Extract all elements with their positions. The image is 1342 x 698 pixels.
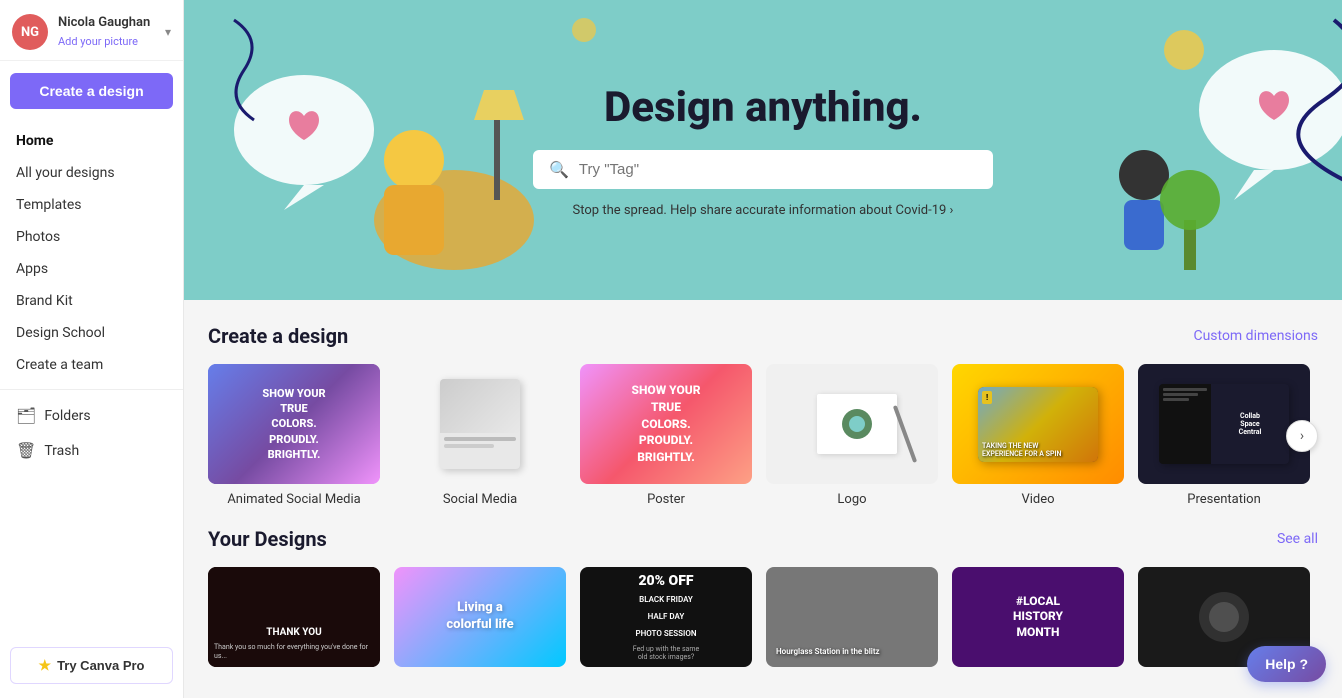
design-item-4[interactable]: Hourglass Station in the blitz <box>766 567 938 667</box>
sidebar: NG Nicola Gaughan Add your picture ▾ Cre… <box>0 0 184 698</box>
sidebar-item-all-designs[interactable]: All your designs <box>0 157 183 189</box>
your-designs-title: Your Designs <box>208 527 327 551</box>
create-team-label: Create a team <box>16 357 103 373</box>
see-all-link[interactable]: See all <box>1277 531 1318 547</box>
apps-label: Apps <box>16 261 48 277</box>
design-item-5[interactable]: #LOCALHISTORYMONTH <box>952 567 1124 667</box>
user-section[interactable]: NG Nicola Gaughan Add your picture ▾ <box>0 0 183 61</box>
sidebar-item-apps[interactable]: Apps <box>0 253 183 285</box>
sidebar-item-trash[interactable]: 🗑 Trash <box>0 433 183 468</box>
custom-dimensions-link[interactable]: Custom dimensions <box>1193 328 1318 344</box>
create-section-title: Create a design <box>208 324 348 348</box>
card-social-media[interactable]: Social Media <box>394 364 566 507</box>
your-designs-section: Your Designs See all THANK YOU Thank you… <box>184 507 1342 687</box>
sidebar-item-templates[interactable]: Templates <box>0 189 183 221</box>
card-presentation-thumb: CollabSpaceCentral <box>1138 364 1310 484</box>
card-social-media-label: Social Media <box>394 492 566 507</box>
help-button[interactable]: Help ? <box>1247 646 1326 682</box>
card-logo-label: Logo <box>766 492 938 507</box>
create-design-section: Create a design Custom dimensions SHOW Y… <box>184 300 1342 507</box>
design-item-3[interactable]: 20% OFFBLACK FRIDAYHALF DAYPHOTO SESSION… <box>580 567 752 667</box>
create-design-button[interactable]: Create a design <box>10 73 173 109</box>
design-cards-row: SHOW YOURTRUECOLORS.PROUDLY.BRIGHTLY. An… <box>208 364 1318 507</box>
search-input[interactable] <box>579 161 977 178</box>
chevron-down-icon: ▾ <box>165 25 171 39</box>
card-presentation-label: Presentation <box>1138 492 1310 507</box>
templates-label: Templates <box>16 197 82 213</box>
your-designs-header: Your Designs See all <box>208 527 1318 551</box>
design-cards-wrapper: SHOW YOURTRUECOLORS.PROUDLY.BRIGHTLY. An… <box>208 364 1318 507</box>
scroll-right-arrow[interactable]: › <box>1286 420 1318 452</box>
card-poster-thumb: SHOW YOURTRUECOLORS.PROUDLY.BRIGHTLY. <box>580 364 752 484</box>
trash-icon: 🗑 <box>16 441 36 460</box>
main-content: Design anything. 🔍 Stop the spread. Help… <box>184 0 1342 698</box>
search-icon: 🔍 <box>549 160 569 179</box>
folders-label: Folders <box>44 408 90 424</box>
card-video-label: Video <box>952 492 1124 507</box>
sidebar-item-create-team[interactable]: Create a team <box>0 349 183 381</box>
sidebar-item-brand[interactable]: Brand Kit <box>0 285 183 317</box>
try-pro-label: Try Canva Pro <box>57 658 144 673</box>
hero-banner: Design anything. 🔍 Stop the spread. Help… <box>184 0 1342 300</box>
sidebar-item-photos[interactable]: Photos <box>0 221 183 253</box>
nav-section: Home All your designs Templates Photos A… <box>0 121 183 637</box>
photos-label: Photos <box>16 229 60 245</box>
hero-search-box[interactable]: 🔍 <box>533 150 993 189</box>
your-designs-row: THANK YOU Thank you so much for everythi… <box>208 567 1318 667</box>
card-animated-social-media[interactable]: SHOW YOURTRUECOLORS.PROUDLY.BRIGHTLY. An… <box>208 364 380 507</box>
hero-title: Design anything. <box>604 83 922 132</box>
card-video[interactable]: ! TAKING THE NEWEXPERIENCE FOR A SPIN Vi… <box>952 364 1124 507</box>
home-label: Home <box>16 133 53 149</box>
design-item-1[interactable]: THANK YOU Thank you so much for everythi… <box>208 567 380 667</box>
card-presentation[interactable]: CollabSpaceCentral Presentation <box>1138 364 1310 507</box>
card-animated-social-media-label: Animated Social Media <box>208 492 380 507</box>
design-item-2[interactable]: Living acolorful life <box>394 567 566 667</box>
card-logo[interactable]: Logo <box>766 364 938 507</box>
card-video-thumb: ! TAKING THE NEWEXPERIENCE FOR A SPIN <box>952 364 1124 484</box>
card-poster-label: Poster <box>580 492 752 507</box>
covid-notice[interactable]: Stop the spread. Help share accurate inf… <box>573 203 954 218</box>
user-name: Nicola Gaughan <box>58 15 155 30</box>
card-poster[interactable]: SHOW YOURTRUECOLORS.PROUDLY.BRIGHTLY. Po… <box>580 364 752 507</box>
all-designs-label: All your designs <box>16 165 115 181</box>
try-pro-button[interactable]: ★ Try Canva Pro <box>10 647 173 684</box>
add-picture-link[interactable]: Add your picture <box>58 35 138 48</box>
folder-icon: 🗂 <box>16 406 36 425</box>
avatar: NG <box>12 14 48 50</box>
brand-label: Brand Kit <box>16 293 73 309</box>
card-social-media-thumb <box>394 364 566 484</box>
nav-divider <box>0 389 183 390</box>
create-section-header: Create a design Custom dimensions <box>208 324 1318 348</box>
sidebar-item-home[interactable]: Home <box>0 125 183 157</box>
design-school-label: Design School <box>16 325 105 341</box>
card-animated-social-media-thumb: SHOW YOURTRUECOLORS.PROUDLY.BRIGHTLY. <box>208 364 380 484</box>
trash-label: Trash <box>44 443 79 459</box>
sidebar-item-folders[interactable]: 🗂 Folders <box>0 398 183 433</box>
star-icon: ★ <box>39 657 52 674</box>
card-logo-thumb <box>766 364 938 484</box>
user-info: Nicola Gaughan Add your picture <box>58 15 155 49</box>
sidebar-item-design-school[interactable]: Design School <box>0 317 183 349</box>
